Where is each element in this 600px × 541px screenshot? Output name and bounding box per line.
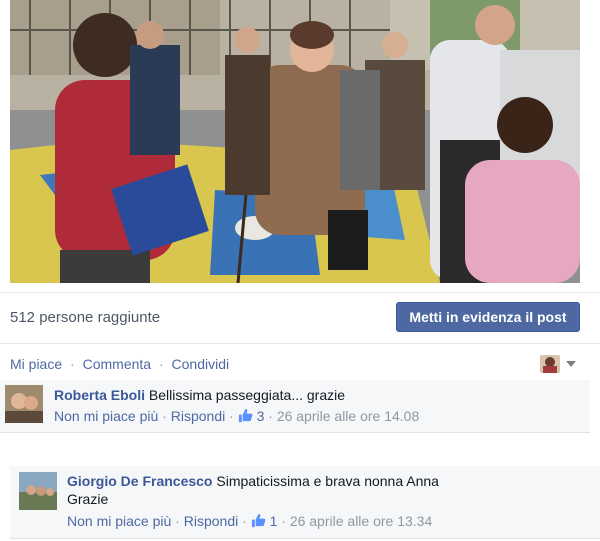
share-link[interactable]: Condividi (172, 356, 230, 372)
comment-text: Bellissima passeggiata... grazie (148, 387, 346, 403)
boost-post-button[interactable]: Metti in evidenza il post (396, 302, 580, 332)
separator: · (175, 513, 180, 529)
thumbs-up-icon[interactable] (251, 513, 266, 531)
comment-timestamp[interactable]: 26 aprile alle ore 13.34 (290, 513, 432, 529)
post-as-selector[interactable] (540, 354, 580, 374)
post-photo[interactable] (10, 0, 580, 283)
comment-text: Simpaticissima e brava nonna Anna (216, 473, 439, 489)
comment: Roberta Eboli Bellissima passeggiata... … (0, 380, 590, 433)
like-link[interactable]: Mi piace (10, 356, 62, 372)
separator: · (162, 408, 167, 424)
divider (0, 292, 600, 293)
separator: · (158, 356, 164, 372)
page-avatar (540, 355, 560, 373)
separator: · (268, 408, 273, 424)
separator: · (281, 513, 286, 529)
comment-author[interactable]: Roberta Eboli (54, 387, 145, 403)
commenter-avatar[interactable] (19, 472, 57, 510)
reply-link[interactable]: Rispondi (171, 408, 225, 424)
like-count[interactable]: 3 (257, 408, 265, 424)
like-count[interactable]: 1 (270, 513, 278, 529)
commenter-avatar[interactable] (5, 385, 43, 423)
comment-text-line2: Grazie (67, 491, 109, 507)
unlike-link[interactable]: Non mi piace più (67, 513, 171, 529)
comment-link[interactable]: Commenta (83, 356, 151, 372)
caret-down-icon (566, 361, 576, 367)
reply-link[interactable]: Rispondi (184, 513, 238, 529)
separator: · (242, 513, 247, 529)
comment: Giorgio De Francesco Simpaticissima e br… (10, 466, 600, 539)
comment-timestamp[interactable]: 26 aprile alle ore 14.08 (277, 408, 419, 424)
reach-text: 512 persone raggiunte (10, 309, 161, 326)
unlike-link[interactable]: Non mi piace più (54, 408, 158, 424)
separator: · (229, 408, 234, 424)
post-actions: Mi piace · Commenta · Condividi (10, 356, 229, 372)
comment-author[interactable]: Giorgio De Francesco (67, 473, 212, 489)
thumbs-up-icon[interactable] (238, 408, 253, 426)
divider (0, 343, 600, 344)
separator: · (70, 356, 75, 372)
